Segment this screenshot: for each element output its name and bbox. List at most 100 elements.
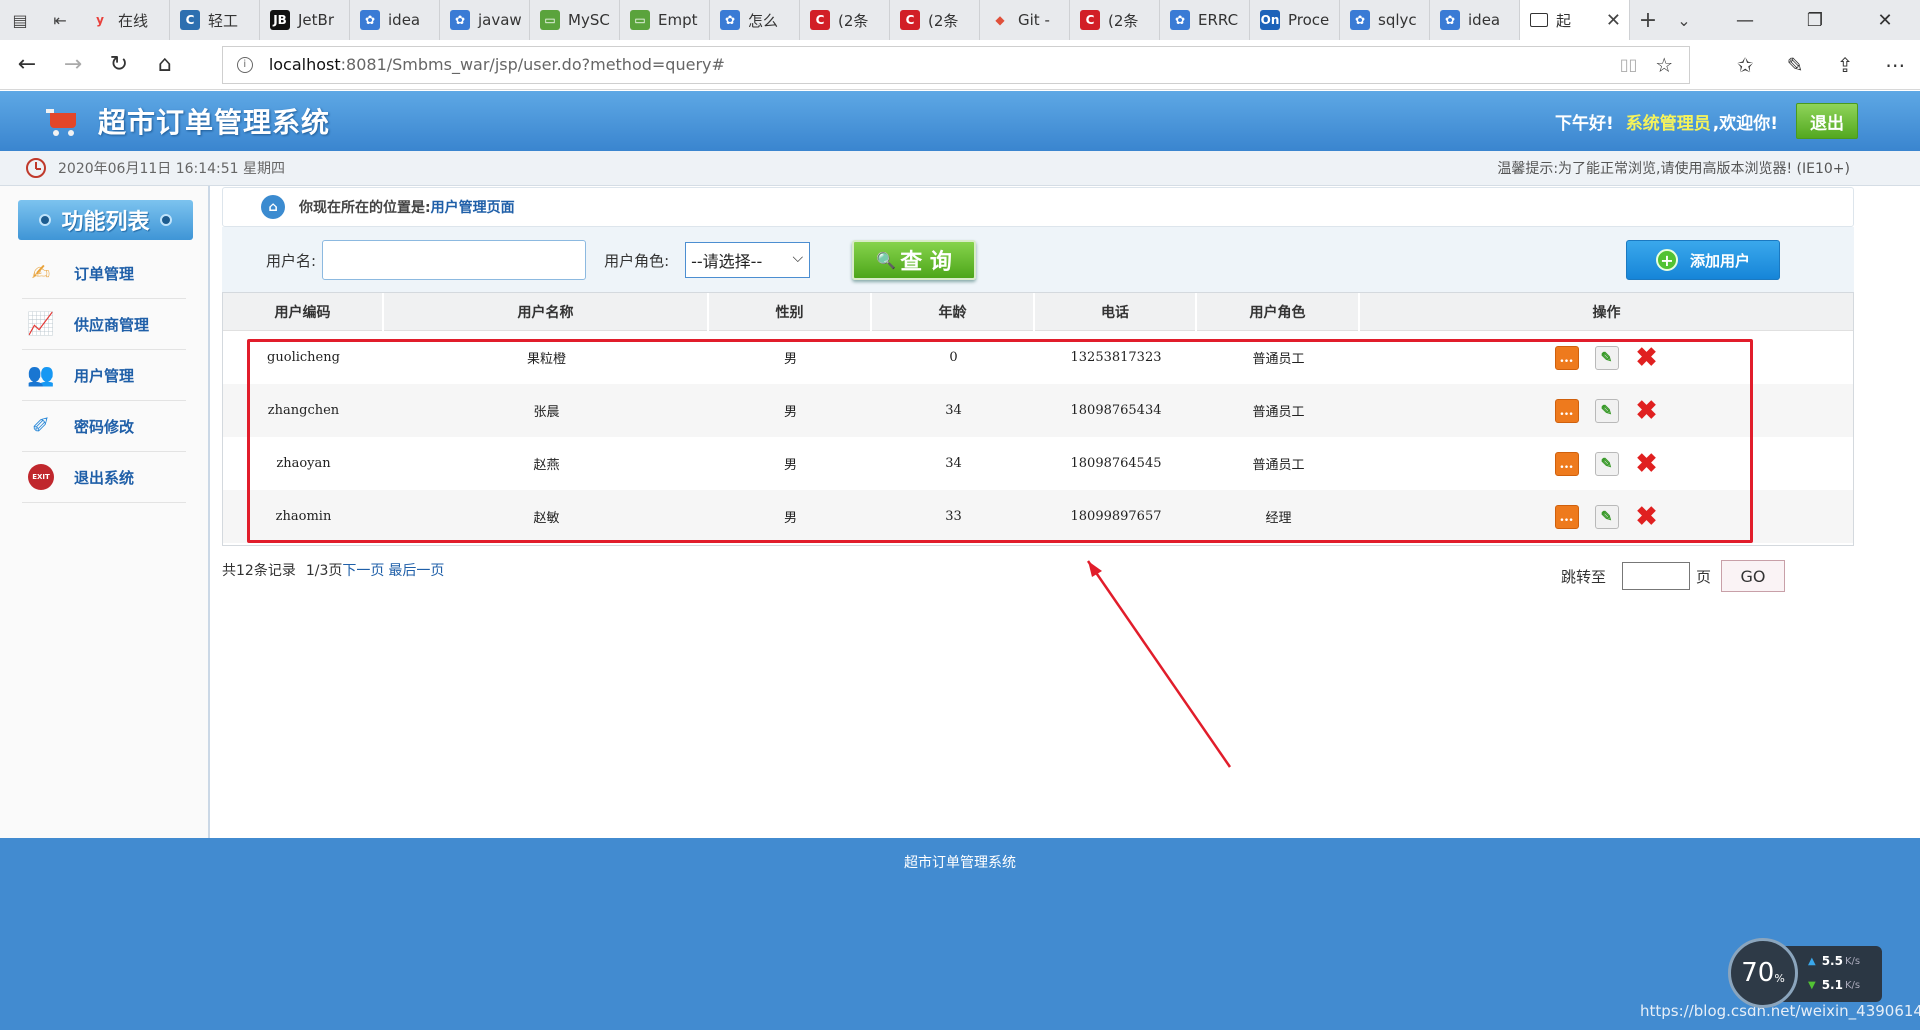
sidebar-item-suppliers[interactable]: 📈 供应商管理 — [22, 299, 186, 350]
search-bar: 用户名: 用户角色: --请选择-- ⌵ 🔍 查 询 + 添加用户 — [222, 227, 1854, 293]
tab-favicon-icon: ✿ — [1440, 10, 1460, 30]
supplier-icon: 📈 — [27, 311, 55, 337]
window-controls: — ❐ ✕ — [1710, 0, 1920, 40]
arrow-up-icon: ▲ — [1808, 955, 1816, 967]
browser-tab[interactable]: y 在线 — [80, 0, 170, 40]
tab-list-chevron-icon[interactable]: ⌄ — [1666, 0, 1702, 40]
more-icon[interactable]: ⋯ — [1870, 42, 1920, 88]
tab-favicon-icon: C — [1080, 10, 1100, 30]
share-icon[interactable]: ⇪ — [1820, 42, 1870, 88]
browser-tab[interactable]: C (2条 — [1070, 0, 1160, 40]
tab-label: (2条 — [1108, 11, 1139, 30]
sidebar-item-label: 供应商管理 — [74, 315, 150, 334]
tab-label: idea — [388, 11, 421, 29]
download-speed: ▼ 5.1 K/s — [1808, 978, 1860, 992]
column-header: 性别 — [709, 293, 872, 331]
column-header: 用户编码 — [223, 293, 384, 331]
tab-favicon-icon: ▭ — [630, 10, 650, 30]
browser-tab[interactable]: ▭ Empt — [620, 0, 710, 40]
sidebar-item-orders[interactable]: ✍ 订单管理 — [22, 248, 186, 299]
page-number-input[interactable] — [1622, 562, 1691, 590]
tab-favicon-icon: ✿ — [1170, 10, 1190, 30]
browser-tab[interactable]: ✿ javaw — [440, 0, 530, 40]
tab-actions-icon[interactable]: ▤ — [0, 0, 40, 40]
bullet-icon — [39, 214, 52, 226]
tab-label: 怎么 — [748, 11, 779, 30]
browser-tab[interactable]: C (2条 — [800, 0, 890, 40]
browser-tab[interactable]: JB JetBr — [260, 0, 350, 40]
page-indicator: 1/3页 — [305, 563, 343, 579]
tab-label: 轻工 — [208, 11, 239, 30]
usage-percent: 70 — [1741, 958, 1775, 988]
speed-unit: K/s — [1844, 979, 1861, 991]
network-speed-widget[interactable]: ▲ 5.5 K/s ▼ 5.1 K/s 70% — [1728, 938, 1882, 1008]
page-icon — [1530, 13, 1548, 27]
order-icon: ✍ — [31, 260, 51, 286]
role-select[interactable]: --请选择-- ⌵ — [685, 242, 811, 278]
set-aside-tabs-icon[interactable]: ⇤ — [40, 0, 80, 40]
greeting-prefix: 下午好! — [1555, 113, 1614, 134]
browser-tab[interactable]: ✿ 怎么 — [710, 0, 800, 40]
home-nav-icon[interactable]: ⌂ — [142, 42, 188, 88]
go-button[interactable]: GO — [1721, 560, 1786, 592]
sidebar-item-users[interactable]: 👥 用户管理 — [22, 350, 186, 401]
refresh-icon[interactable]: ↻ — [96, 42, 142, 88]
new-tab-icon[interactable]: + — [1630, 0, 1666, 40]
plus-icon: + — [1655, 249, 1678, 271]
notes-icon[interactable]: ✎ — [1770, 42, 1820, 88]
tab-label: (2条 — [928, 11, 959, 30]
browser-tab[interactable]: ✿ idea — [350, 0, 440, 40]
watermark: https://blog.csdn.net/weixin_43906149 — [1640, 1002, 1920, 1020]
add-user-button[interactable]: + 添加用户 — [1626, 240, 1780, 280]
next-page-link[interactable]: 下一页 — [342, 560, 384, 580]
speed-unit: K/s — [1844, 955, 1861, 967]
cart-icon — [46, 105, 78, 137]
browser-tab[interactable]: ✿ ERRC — [1160, 0, 1250, 40]
browser-tab[interactable]: ✿ idea — [1430, 0, 1520, 40]
current-username: 系统管理员 — [1625, 113, 1711, 134]
site-info-icon[interactable]: i — [236, 56, 253, 73]
tab-favicon-icon: ▭ — [540, 10, 560, 30]
tab-label: Proce — [1288, 11, 1330, 29]
tab-label: 起 — [1556, 11, 1572, 30]
query-button[interactable]: 🔍 查 询 — [852, 240, 977, 280]
browser-tip: 温馨提示:为了能正常浏览,请使用高版本浏览器! (IE10+) — [1497, 161, 1850, 177]
sidebar-item-label: 密码修改 — [74, 417, 135, 436]
username-search-input[interactable] — [322, 240, 587, 280]
tab-favicon-icon: JB — [270, 10, 290, 30]
browser-tab[interactable]: ✿ sqlyc — [1340, 0, 1430, 40]
browser-tab[interactable]: ◆ Git - — [980, 0, 1070, 40]
logout-button[interactable]: 退出 — [1796, 103, 1858, 139]
forward-icon[interactable]: → — [50, 42, 96, 88]
close-tab-icon[interactable]: ✕ — [1606, 10, 1621, 31]
favorite-star-icon[interactable]: ☆ — [1655, 53, 1673, 77]
minimize-icon[interactable]: — — [1710, 0, 1780, 40]
browser-tab[interactable]: ▭ MySC — [530, 0, 620, 40]
sidebar-item-exit[interactable]: EXIT 退出系统 — [22, 452, 186, 503]
greeting: 下午好! 系统管理员 ,欢迎你! — [1555, 109, 1778, 134]
last-page-link[interactable]: 最后一页 — [388, 560, 444, 580]
browser-tab-active[interactable]: 起 ✕ — [1520, 0, 1630, 40]
sidebar-title: 功能列表 — [18, 200, 193, 240]
tab-label: JetBr — [298, 11, 334, 29]
tab-favicon-icon: ◆ — [995, 13, 1005, 27]
browser-tab[interactable]: On Proce — [1250, 0, 1340, 40]
favorites-icon[interactable]: ✩ — [1720, 42, 1770, 88]
username-label: 用户名: — [266, 251, 317, 270]
sidebar-item-password[interactable]: ✐ 密码修改 — [22, 401, 186, 452]
query-button-label: 查 询 — [900, 250, 952, 275]
tab-label: Empt — [658, 11, 698, 29]
maximize-icon[interactable]: ❐ — [1780, 0, 1850, 40]
tab-label: 在线 — [118, 11, 149, 30]
url-input[interactable]: i localhost:8081/Smbms_war/jsp/user.do?m… — [221, 45, 1691, 84]
password-icon: ✐ — [31, 413, 51, 439]
reading-view-icon[interactable]: ▯▯ — [1620, 55, 1638, 74]
tab-label: Git - — [1018, 11, 1050, 29]
clock-icon — [26, 158, 46, 178]
close-window-icon[interactable]: ✕ — [1850, 0, 1920, 40]
browser-tab[interactable]: C (2条 — [890, 0, 980, 40]
back-icon[interactable]: ← — [4, 42, 50, 88]
memory-usage-dial: 70% — [1728, 938, 1798, 1008]
browser-tab[interactable]: C 轻工 — [170, 0, 260, 40]
percent-unit: % — [1774, 971, 1785, 985]
